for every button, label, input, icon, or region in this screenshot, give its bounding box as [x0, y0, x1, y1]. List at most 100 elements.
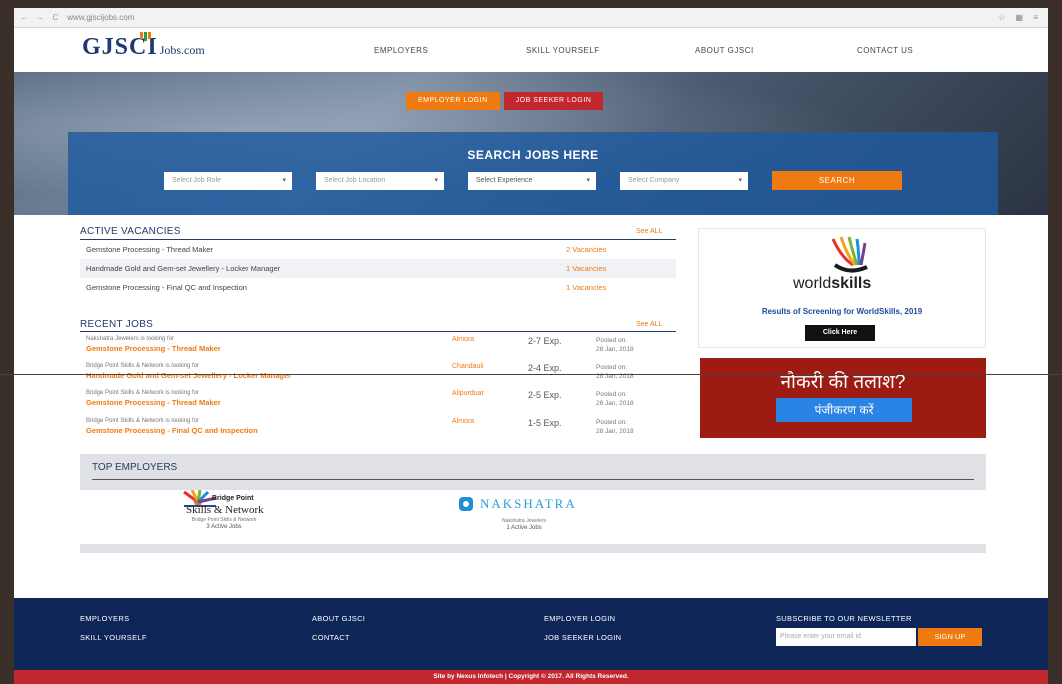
job-posted: Posted on: 28 Jan, 2018 — [596, 336, 634, 354]
employer-subtitle: Bridge Point Skills & Network — [191, 517, 257, 523]
worldskills-caption: Results of Screening for WorldSkills, 20… — [761, 307, 923, 316]
job-posted: Posted on: 28 Jan, 2018 — [596, 390, 634, 408]
nav-contact[interactable]: CONTACT US — [857, 46, 913, 55]
employer-active-jobs: 3 Active Jobs — [206, 524, 242, 530]
browser-window: ← → C www.gjscijobs.com ☆ ▦ ≡ GJSCI Jobs… — [14, 8, 1048, 684]
job-role-select[interactable]: Select Job Role ▾ — [164, 172, 292, 190]
posted-date: 28 Jan, 2018 — [596, 400, 634, 407]
footer-link-employers[interactable]: EMPLOYERS — [80, 614, 129, 623]
job-seeker-login-button[interactable]: JOB SEEKER LOGIN — [503, 92, 604, 110]
nav-employers[interactable]: EMPLOYERS — [374, 46, 428, 55]
browser-nav-icons[interactable]: ← → C — [20, 13, 61, 22]
job-listing[interactable]: Nakshatra Jewelers is looking for Gemsto… — [86, 336, 676, 362]
chevron-down-icon: ▾ — [738, 177, 742, 184]
address-bar[interactable]: www.gjscijobs.com — [67, 13, 998, 22]
job-location: Alipurduar — [452, 390, 484, 397]
job-company: Bridge Point Skills & Network is looking… — [86, 418, 200, 424]
footer-link-about[interactable]: ABOUT GJSCI — [312, 614, 365, 623]
experience-select[interactable]: Select Experience ▾ — [468, 172, 596, 190]
posted-label: Posted on: — [596, 391, 628, 398]
site-logo[interactable]: GJSCI Jobs.com — [82, 32, 205, 61]
job-role-link[interactable]: Gemstone Processing - Thread Maker — [86, 344, 221, 353]
job-listing[interactable]: Bridge Point Skills & Network is looking… — [86, 363, 676, 389]
company-select-value: Select Company — [628, 177, 680, 184]
employer-subtitle: Nakshatra Jewelers — [502, 518, 546, 524]
employer-name-line2: Skills & Network — [186, 504, 264, 516]
nav-about[interactable]: ABOUT GJSCI — [695, 46, 754, 55]
posted-label: Posted on: — [596, 364, 628, 371]
job-posted: Posted on: 28 Jan, 2018 — [596, 363, 634, 381]
posted-date: 28 Jan, 2018 — [596, 346, 634, 353]
posted-date: 28 Jan, 2018 — [596, 428, 634, 435]
vacancy-role: Gemstone Processing - Thread Maker — [86, 245, 213, 254]
footer-link-contact[interactable]: CONTACT — [312, 633, 350, 642]
chevron-down-icon: ▾ — [434, 177, 438, 184]
vacancy-count[interactable]: 1 Vacancies — [566, 259, 606, 278]
sign-up-button[interactable]: SIGN UP — [918, 628, 982, 646]
vacancy-row[interactable]: Handmade Gold and Gem-set Jewellery - Lo… — [80, 259, 676, 278]
divider — [92, 479, 974, 480]
click-here-button[interactable]: Click Here — [805, 325, 875, 341]
employer-login-button[interactable]: EMPLOYER LOGIN — [406, 92, 500, 110]
browser-menu-icons[interactable]: ☆ ▦ ≡ — [998, 13, 1042, 22]
employer-card-nakshatra[interactable]: NAKSHATRA Nakshatra Jewelers 1 Active Jo… — [456, 486, 636, 546]
job-experience: 2-4 Exp. — [528, 363, 562, 373]
job-role-link[interactable]: Gemstone Processing - Thread Maker — [86, 398, 221, 407]
logo-bars-icon — [140, 32, 151, 41]
employer-name: NAKSHATRA — [480, 496, 577, 511]
worldskills-logo-icon — [831, 236, 868, 273]
copyright-bar: Site by Nexus Infotech | Copyright © 201… — [14, 670, 1048, 684]
search-button[interactable]: SEARCH — [772, 171, 902, 190]
job-search-banner-hindi[interactable]: नौकरी की तलाश? पंजीकरण करें — [700, 358, 986, 438]
logo-subtext: Jobs.com — [159, 43, 205, 57]
footer-link-skill-yourself[interactable]: SKILL YOURSELF — [80, 633, 147, 642]
hero-banner: EMPLOYER LOGIN JOB SEEKER LOGIN SEARCH J… — [14, 72, 1048, 215]
vacancy-row[interactable]: Gemstone Processing - Thread Maker 2 Vac… — [80, 240, 676, 259]
login-buttons: EMPLOYER LOGIN JOB SEEKER LOGIN — [406, 92, 604, 110]
vacancies-see-all-link[interactable]: See ALL — [636, 228, 662, 235]
employer-card-bridge-point[interactable]: Bridge Point Skills & Network Bridge Poi… — [164, 486, 344, 546]
job-location: Almora — [452, 418, 475, 425]
job-posted: Posted on: 28 Jan, 2018 — [596, 418, 634, 436]
vacancy-count[interactable]: 1 Vacancies — [566, 278, 606, 297]
job-role-link[interactable]: Handmade Gold and Gem-set Jewellery - Lo… — [86, 371, 291, 380]
company-select[interactable]: Select Company ▾ — [620, 172, 748, 190]
vacancy-count[interactable]: 2 Vacancies — [566, 240, 606, 259]
job-company: Bridge Point Skills & Network is looking… — [86, 390, 200, 396]
search-title: SEARCH JOBS HERE — [467, 148, 599, 162]
posted-label: Posted on: — [596, 337, 628, 344]
job-company: Bridge Point Skills & Network is looking… — [86, 363, 200, 369]
job-location-select-value: Select Job Location — [324, 177, 386, 184]
job-listing[interactable]: Bridge Point Skills & Network is looking… — [86, 418, 676, 444]
nav-skill-yourself[interactable]: SKILL YOURSELF — [526, 46, 600, 55]
worldskills-word-bold: skills — [831, 275, 872, 292]
job-company: Nakshatra Jewelers is looking for — [86, 336, 175, 342]
job-role-link[interactable]: Gemstone Processing - Final QC and Inspe… — [86, 426, 258, 435]
newsletter-email-input[interactable]: Please enter your email id — [776, 628, 916, 646]
job-listing[interactable]: Bridge Point Skills & Network is looking… — [86, 390, 676, 416]
job-location-select[interactable]: Select Job Location ▾ — [316, 172, 444, 190]
footer-link-employer-login[interactable]: EMPLOYER LOGIN — [544, 614, 615, 623]
newsletter-title: SUBSCRIBE TO OUR NEWSLETTER — [776, 614, 912, 623]
vacancy-role: Handmade Gold and Gem-set Jewellery - Lo… — [86, 264, 281, 273]
footer-link-job-seeker-login[interactable]: JOB SEEKER LOGIN — [544, 633, 621, 642]
divider — [80, 331, 676, 332]
register-button[interactable]: पंजीकरण करें — [776, 398, 912, 422]
job-location: Almora — [452, 336, 475, 343]
worldskills-wordmark: worldskills — [793, 275, 871, 293]
recent-jobs-title: RECENT JOBS — [80, 319, 154, 330]
vacancy-row[interactable]: Gemstone Processing - Final QC and Inspe… — [80, 278, 676, 297]
worldskills-word-light: world — [793, 275, 832, 292]
vacancy-role: Gemstone Processing - Final QC and Inspe… — [86, 283, 247, 292]
job-experience: 2-7 Exp. — [528, 336, 562, 346]
posted-label: Posted on: — [596, 419, 628, 426]
job-experience: 2-5 Exp. — [528, 390, 562, 400]
top-employers-section: TOP EMPLOYERS — [80, 454, 986, 490]
chevron-down-icon: ▾ — [282, 177, 286, 184]
active-vacancies-title: ACTIVE VACANCIES — [80, 226, 181, 237]
nakshatra-logo-icon — [459, 497, 473, 511]
job-role-select-value: Select Job Role — [172, 177, 222, 184]
experience-select-value: Select Experience — [476, 177, 533, 184]
worldskills-banner[interactable]: worldskills Results of Screening for Wor… — [698, 228, 986, 348]
recent-jobs-see-all-link[interactable]: See ALL — [636, 321, 662, 328]
